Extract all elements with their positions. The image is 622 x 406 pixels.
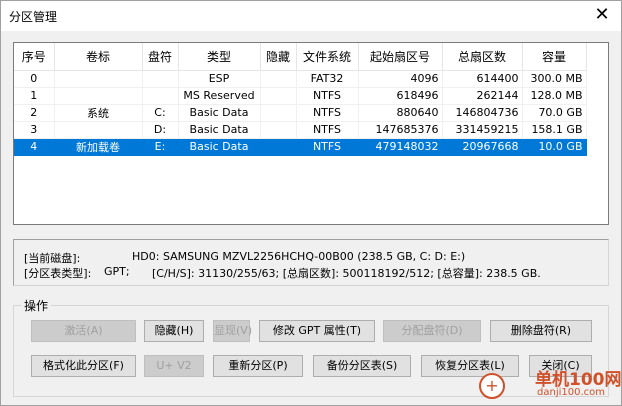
watermark-plus-icon: + bbox=[479, 373, 505, 399]
title-bar: 分区管理 ✕ bbox=[1, 1, 621, 31]
table-row[interactable]: 0 ESP FAT32 4096 614400 300.0 MB bbox=[14, 70, 587, 88]
disk-geometry-value: [C/H/S]: 31130/255/63; [总扇区数]: 500118192… bbox=[152, 267, 541, 280]
cell-label bbox=[54, 121, 143, 139]
cell-label bbox=[54, 87, 143, 105]
cell-type: Basic Data bbox=[178, 104, 261, 122]
cell-type: Basic Data bbox=[178, 138, 261, 156]
cell-filesystem: NTFS bbox=[296, 87, 359, 105]
column-header-filesystem[interactable]: 文件系统 bbox=[296, 43, 359, 71]
cell-total-sectors: 262144 bbox=[442, 87, 523, 105]
table-row-selected[interactable]: 4 新加载卷 E: Basic Data NTFS 479148032 2096… bbox=[14, 138, 587, 156]
cell-hidden bbox=[260, 70, 297, 88]
format-partition-button[interactable]: 格式化此分区(F) bbox=[31, 355, 136, 377]
cell-type: ESP bbox=[178, 70, 261, 88]
cell-capacity: 300.0 MB bbox=[522, 70, 587, 88]
cell-hidden bbox=[260, 87, 297, 105]
column-header-total-sectors[interactable]: 总扇区数 bbox=[442, 43, 523, 71]
cell-start-sector: 618496 bbox=[358, 87, 443, 105]
cell-letter: E: bbox=[142, 138, 179, 156]
cell-capacity: 128.0 MB bbox=[522, 87, 587, 105]
cell-hidden bbox=[260, 121, 297, 139]
cell-letter bbox=[142, 87, 179, 105]
cell-index: 0 bbox=[14, 70, 55, 88]
modify-gpt-attributes-button[interactable]: 修改 GPT 属性(T) bbox=[259, 320, 375, 342]
cell-hidden bbox=[260, 138, 297, 156]
disk-info-panel: [当前磁盘]: HD0: SAMSUNG MZVL2256HCHQ-00B00 … bbox=[13, 239, 609, 286]
cell-total-sectors: 146804736 bbox=[442, 104, 523, 122]
close-icon[interactable]: ✕ bbox=[593, 5, 611, 25]
partition-table[interactable]: 序号 卷标 盘符 类型 隐藏 文件系统 起始扇区号 总扇区数 容量 0 ESP bbox=[13, 42, 609, 225]
cell-index: 1 bbox=[14, 87, 55, 105]
repartition-button[interactable]: 重新分区(P) bbox=[213, 355, 303, 377]
cell-capacity: 158.1 GB bbox=[522, 121, 587, 139]
cell-index: 4 bbox=[14, 138, 55, 156]
column-header-type[interactable]: 类型 bbox=[178, 43, 261, 71]
activate-button[interactable]: 激活(A) bbox=[31, 320, 136, 342]
cell-start-sector: 880640 bbox=[358, 104, 443, 122]
cell-index: 3 bbox=[14, 121, 55, 139]
backup-partition-table-button[interactable]: 备份分区表(S) bbox=[313, 355, 411, 377]
site-watermark: + 单机100网 danji100.com bbox=[479, 363, 622, 403]
cell-start-sector: 479148032 bbox=[358, 138, 443, 156]
actions-group-label: 操作 bbox=[21, 297, 52, 314]
cell-filesystem: NTFS bbox=[296, 138, 359, 156]
cell-type: MS Reserved bbox=[178, 87, 261, 105]
delete-drive-letter-button[interactable]: 删除盘符(R) bbox=[490, 320, 592, 342]
cell-start-sector: 147685376 bbox=[358, 121, 443, 139]
column-header-letter[interactable]: 盘符 bbox=[142, 43, 179, 71]
cell-total-sectors: 614400 bbox=[442, 70, 523, 88]
current-disk-value: HD0: SAMSUNG MZVL2256HCHQ-00B00 (238.5 G… bbox=[132, 250, 466, 263]
assign-drive-letter-button[interactable]: 分配盘符(D) bbox=[383, 320, 481, 342]
cell-total-sectors: 20967668 bbox=[442, 138, 523, 156]
column-header-label[interactable]: 卷标 bbox=[54, 43, 143, 71]
cell-letter bbox=[142, 70, 179, 88]
cell-hidden bbox=[260, 104, 297, 122]
cell-label: 系统 bbox=[54, 104, 143, 122]
cell-filesystem: NTFS bbox=[296, 121, 359, 139]
table-row[interactable]: 1 MS Reserved NTFS 618496 262144 128.0 M… bbox=[14, 87, 587, 105]
cell-label bbox=[54, 70, 143, 88]
cell-filesystem: NTFS bbox=[296, 104, 359, 122]
cell-capacity: 70.0 GB bbox=[522, 104, 587, 122]
u-v2-button[interactable]: U+ V2 bbox=[144, 355, 204, 377]
cell-index: 2 bbox=[14, 104, 55, 122]
watermark-url: danji100.com bbox=[537, 387, 605, 398]
column-header-start-sector[interactable]: 起始扇区号 bbox=[358, 43, 443, 71]
partition-table-type-value: GPT; bbox=[104, 265, 130, 278]
cell-start-sector: 4096 bbox=[358, 70, 443, 88]
cell-letter: D: bbox=[142, 121, 179, 139]
column-header-index[interactable]: 序号 bbox=[14, 43, 55, 71]
current-disk-label: [当前磁盘]: bbox=[24, 252, 81, 265]
window-title: 分区管理 bbox=[9, 10, 58, 24]
hide-button[interactable]: 隐藏(H) bbox=[144, 320, 204, 342]
show-button[interactable]: 显现(V) bbox=[213, 320, 252, 342]
cell-total-sectors: 331459215 bbox=[442, 121, 523, 139]
cell-label: 新加载卷 bbox=[54, 138, 143, 156]
table-header-row: 序号 卷标 盘符 类型 隐藏 文件系统 起始扇区号 总扇区数 容量 bbox=[14, 43, 587, 71]
cell-capacity: 10.0 GB bbox=[522, 138, 587, 156]
table-row[interactable]: 2 系统 C: Basic Data NTFS 880640 146804736… bbox=[14, 104, 587, 122]
cell-filesystem: FAT32 bbox=[296, 70, 359, 88]
partition-manager-window: 分区管理 ✕ 序号 卷标 盘符 类型 隐藏 文件系统 起始扇区号 总扇区数 容量 bbox=[0, 0, 622, 406]
column-header-capacity[interactable]: 容量 bbox=[522, 43, 587, 71]
table-row[interactable]: 3 D: Basic Data NTFS 147685376 331459215… bbox=[14, 121, 587, 139]
column-header-hidden[interactable]: 隐藏 bbox=[260, 43, 297, 71]
partition-table-type-label: [分区表类型]: bbox=[24, 267, 92, 280]
cell-letter: C: bbox=[142, 104, 179, 122]
cell-type: Basic Data bbox=[178, 121, 261, 139]
